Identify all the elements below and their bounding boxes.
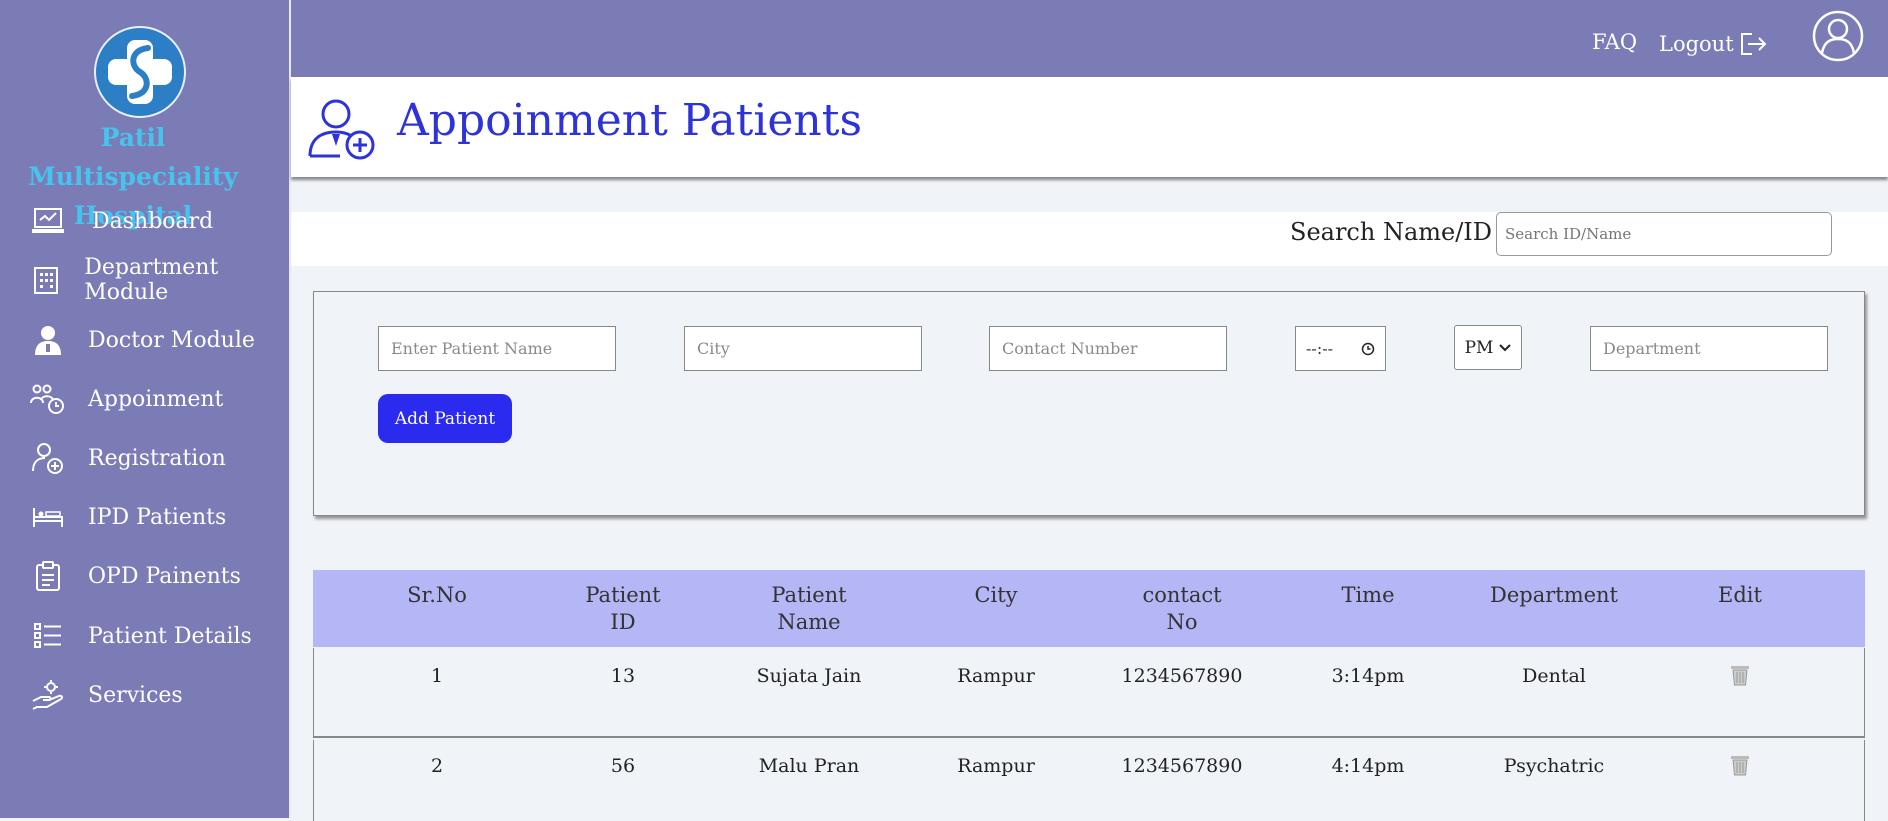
column-header-edit: Edit: [1718, 583, 1762, 607]
column-header-city: City: [974, 583, 1018, 607]
sidebar-item-label: Department Module: [84, 255, 219, 305]
sidebar-item-appoinment[interactable]: Appoinment: [28, 379, 288, 419]
trash-icon[interactable]: [1730, 664, 1750, 686]
logout-link[interactable]: Logout: [1659, 30, 1768, 58]
sidebar-item-ipd-patients[interactable]: IPD Patients: [28, 497, 288, 537]
table-row: [313, 740, 1865, 821]
appointment-clock-icon: [28, 379, 68, 419]
table-row: [313, 648, 1865, 738]
column-header-department: Department: [1489, 583, 1618, 607]
sidebar-item-label: Services: [88, 682, 183, 708]
sidebar-item-dashboard[interactable]: Dashboard: [28, 201, 288, 241]
cell-department: Dental: [1522, 665, 1586, 687]
cell-patient-name: Malu Pran: [758, 755, 860, 777]
column-header-srno: Sr.No: [407, 583, 467, 607]
add-patient-form: [313, 291, 1865, 516]
cell-time: 4:14pm: [1331, 755, 1405, 777]
sidebar-item-registration[interactable]: Registration: [28, 438, 288, 478]
ampm-select[interactable]: PM: [1454, 325, 1522, 370]
medical-cross-logo-icon: [108, 40, 172, 104]
sidebar-item-label: Registration: [88, 445, 226, 471]
chevron-down-icon: [1499, 343, 1512, 351]
cell-srno: 2: [430, 755, 444, 777]
sidebar-item-patient-details[interactable]: Patient Details: [28, 616, 288, 656]
time-input[interactable]: --:--: [1295, 326, 1386, 371]
patient-add-icon: [308, 99, 375, 160]
column-header-contact: contact No: [1142, 583, 1222, 634]
sidebar-item-label: IPD Patients: [88, 504, 227, 530]
clock-icon: [1361, 342, 1375, 355]
sidebar-item-label: Doctor Module: [88, 327, 255, 353]
sidebar-item-label: Patient Details: [88, 623, 252, 649]
patient-name-input[interactable]: [378, 326, 616, 371]
laptop-chart-icon: [28, 201, 68, 241]
faq-link[interactable]: FAQ: [1592, 30, 1637, 54]
table-header: [313, 570, 1865, 647]
cell-city: Rampur: [957, 665, 1035, 687]
contact-number-input[interactable]: [989, 326, 1227, 371]
trash-icon[interactable]: [1730, 754, 1750, 776]
sidebar-item-label: OPD Painents: [88, 563, 241, 589]
clipboard-icon: [28, 556, 68, 596]
sidebar-item-label: Dashboard: [92, 208, 214, 234]
sidebar-item-label: Appoinment: [88, 386, 224, 412]
hand-gear-icon: [28, 675, 68, 715]
building-icon: [28, 260, 64, 300]
hospital-logo: [94, 26, 186, 118]
add-patient-button[interactable]: Add Patient: [378, 394, 512, 443]
cell-time: 3:14pm: [1331, 665, 1405, 687]
column-header-patient-id: Patient ID: [585, 583, 661, 634]
sidebar-item-services[interactable]: Services: [28, 675, 288, 715]
cell-department: Psychatric: [1503, 755, 1605, 777]
doctor-icon: [28, 320, 68, 360]
logout-icon: [1740, 33, 1767, 55]
time-value: --:--: [1306, 339, 1334, 358]
cell-contact: 1234567890: [1121, 665, 1243, 687]
user-add-icon: [28, 438, 68, 478]
page-title: Appoinment Patients: [397, 95, 863, 146]
list-icon: [28, 616, 68, 656]
logout-label: Logout: [1659, 32, 1734, 56]
column-header-patient-name: Patient Name: [771, 583, 847, 634]
department-input[interactable]: [1590, 326, 1828, 371]
cell-contact: 1234567890: [1121, 755, 1243, 777]
cell-city: Rampur: [957, 755, 1035, 777]
bed-icon: [28, 497, 68, 537]
user-avatar[interactable]: [1812, 10, 1864, 62]
search-label: Search Name/ID :: [1290, 218, 1508, 246]
city-input[interactable]: [684, 326, 922, 371]
user-profile-icon: [1812, 10, 1864, 62]
ampm-value: PM: [1464, 337, 1494, 358]
sidebar-item-department-module[interactable]: Department Module: [28, 255, 288, 305]
sidebar-item-opd-painents[interactable]: OPD Painents: [28, 556, 288, 596]
search-input[interactable]: [1496, 212, 1832, 256]
hospital-name-line1: Patil Multispeciality: [28, 123, 238, 191]
cell-patient-name: Sujata Jain: [756, 665, 862, 687]
sidebar-item-doctor-module[interactable]: Doctor Module: [28, 320, 288, 360]
column-header-time: Time: [1341, 583, 1395, 607]
cell-patient-id: 13: [610, 665, 636, 687]
top-bar: [291, 0, 1888, 77]
cell-patient-id: 56: [610, 755, 636, 777]
cell-srno: 1: [430, 665, 444, 687]
